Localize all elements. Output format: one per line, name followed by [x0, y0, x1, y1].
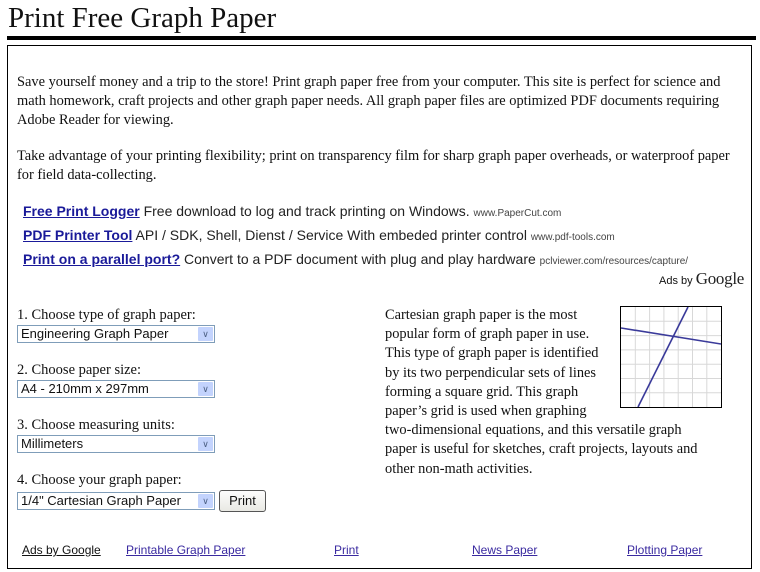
print-button[interactable]: Print — [219, 490, 266, 512]
paper-type-select[interactable]: Engineering Graph Paper ∨ — [17, 325, 215, 343]
ad-item: Print on a parallel port? Convert to a P… — [23, 250, 743, 274]
intro-paragraph-1: Save yourself money and a trip to the st… — [17, 74, 721, 128]
measuring-units-value: Millimeters — [21, 436, 84, 451]
cartesian-graph-image — [620, 306, 722, 408]
graph-illustration-icon — [620, 306, 722, 408]
ad-url[interactable]: www.PaperCut.com — [474, 208, 562, 219]
title-rule — [7, 36, 756, 40]
graph-paper-select[interactable]: 1/4" Cartesian Graph Paper ∨ — [17, 492, 215, 510]
ad-link-parallel-port[interactable]: Print on a parallel port? — [23, 251, 180, 267]
ad-link-pdf-printer-tool[interactable]: PDF Printer Tool — [23, 227, 132, 243]
footer-link-print[interactable]: Print — [334, 543, 359, 557]
ads-by-google-badge[interactable]: Ads by Google — [659, 269, 744, 289]
chevron-down-icon[interactable]: ∨ — [198, 437, 213, 451]
intro: Save yourself money and a trip to the st… — [17, 73, 737, 202]
measuring-units-select[interactable]: Millimeters ∨ — [17, 435, 215, 453]
page-title: Print Free Graph Paper — [8, 2, 277, 34]
ad-text: Free download to log and track printing … — [143, 203, 470, 219]
ads-by-label: Ads by — [659, 275, 693, 287]
ad-list: Free Print Logger Free download to log a… — [23, 202, 743, 274]
ad-text: Convert to a PDF document with plug and … — [184, 251, 536, 267]
measuring-units-label: 3. Choose measuring units: — [17, 417, 175, 433]
graph-paper-value: 1/4" Cartesian Graph Paper — [21, 493, 181, 508]
field-paper-type: 1. Choose type of graph paper: Engineeri… — [17, 307, 266, 362]
paper-type-label: 1. Choose type of graph paper: — [17, 307, 196, 323]
paper-size-label: 2. Choose paper size: — [17, 362, 142, 378]
field-paper-size: 2. Choose paper size: A4 - 210mm x 297mm… — [17, 362, 266, 417]
footer-link-plotting-paper[interactable]: Plotting Paper — [627, 543, 702, 557]
chevron-down-icon[interactable]: ∨ — [198, 327, 213, 341]
graph-paper-label: 4. Choose your graph paper: — [17, 472, 182, 488]
footer-link-news-paper[interactable]: News Paper — [472, 543, 537, 557]
field-measuring-units: 3. Choose measuring units: Millimeters ∨ — [17, 417, 266, 472]
graph-line-2 — [637, 306, 689, 408]
description: Cartesian graph paper is the most popula… — [385, 306, 722, 479]
footer-link-printable-graph-paper[interactable]: Printable Graph Paper — [126, 543, 245, 557]
ad-item: PDF Printer Tool API / SDK, Shell, Diens… — [23, 226, 743, 250]
graph-paper-form: 1. Choose type of graph paper: Engineeri… — [17, 307, 266, 527]
paper-size-value: A4 - 210mm x 297mm — [21, 381, 149, 396]
ad-text: API / SDK, Shell, Dienst / Service With … — [135, 227, 527, 243]
footer-ads-by-google[interactable]: Ads by Google — [22, 543, 101, 557]
ad-item: Free Print Logger Free download to log a… — [23, 202, 743, 226]
paper-type-value: Engineering Graph Paper — [21, 326, 169, 341]
ad-url[interactable]: www.pdf-tools.com — [531, 232, 615, 243]
chevron-down-icon[interactable]: ∨ — [198, 382, 213, 396]
grid-lines — [621, 307, 721, 407]
ad-url[interactable]: pclviewer.com/resources/capture/ — [540, 256, 688, 267]
ad-link-free-print-logger[interactable]: Free Print Logger — [23, 203, 140, 219]
paper-size-select[interactable]: A4 - 210mm x 297mm ∨ — [17, 380, 215, 398]
intro-paragraph-2: Take advantage of your printing flexibil… — [17, 148, 730, 183]
chevron-down-icon[interactable]: ∨ — [198, 494, 213, 508]
google-logo: Google — [695, 269, 745, 288]
field-graph-paper: 4. Choose your graph paper: 1/4" Cartesi… — [17, 472, 266, 527]
